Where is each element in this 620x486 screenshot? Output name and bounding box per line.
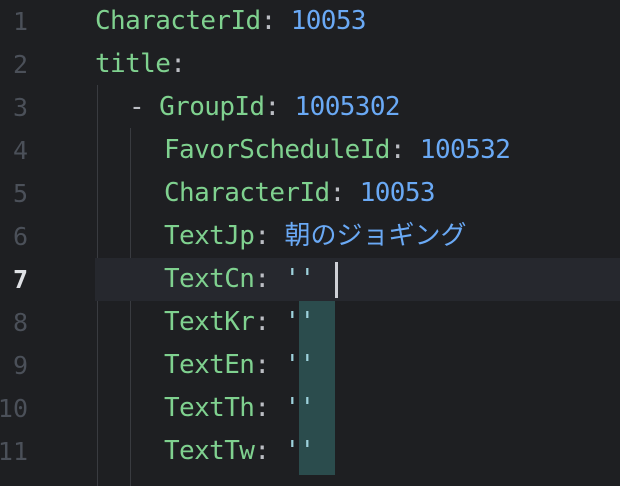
code-line[interactable]: 6 TextJp: 朝のジョギング xyxy=(0,215,620,258)
yaml-separator: : xyxy=(254,264,285,294)
yaml-key: TextJp xyxy=(164,221,255,251)
yaml-value: '' xyxy=(284,307,315,337)
yaml-key: TextKr xyxy=(164,307,255,337)
yaml-value: '' xyxy=(284,264,315,294)
yaml-key: CharacterId xyxy=(95,6,261,36)
yaml-separator: : xyxy=(170,49,186,79)
line-number: 11 xyxy=(0,437,28,466)
code-line[interactable]: 11 TextTw: '' xyxy=(0,430,620,473)
yaml-value: '' xyxy=(284,436,315,466)
code-text: TextEn: '' xyxy=(164,344,315,387)
code-line[interactable]: 3 - GroupId: 1005302 xyxy=(0,86,620,129)
code-line[interactable]: 4 FavorScheduleId: 100532 xyxy=(0,129,620,172)
code-text: CharacterId: 10053 xyxy=(164,172,436,215)
line-number-active: 7 xyxy=(12,265,28,294)
code-text: TextJp: 朝のジョギング xyxy=(164,215,466,258)
code-text: TextTh: '' xyxy=(164,387,315,430)
yaml-key: title xyxy=(95,49,171,79)
line-number: 8 xyxy=(12,308,28,337)
yaml-key: TextTh xyxy=(164,393,255,423)
code-line[interactable]: 10 TextTh: '' xyxy=(0,387,620,430)
code-line[interactable]: 5 CharacterId: 10053 xyxy=(0,172,620,215)
yaml-separator: : xyxy=(254,307,285,337)
yaml-separator: : xyxy=(254,350,285,380)
yaml-value: 朝のジョギング xyxy=(284,221,467,251)
code-text: title: xyxy=(95,43,186,86)
yaml-value: '' xyxy=(284,393,315,423)
yaml-separator: : xyxy=(264,92,295,122)
yaml-key: FavorScheduleId xyxy=(164,135,390,165)
code-text: TextCn: '' xyxy=(164,258,315,301)
line-number: 5 xyxy=(12,179,28,208)
line-number: 4 xyxy=(12,136,28,165)
code-text: FavorScheduleId: 100532 xyxy=(164,129,511,172)
code-line[interactable]: 1 CharacterId: 10053 xyxy=(0,0,620,43)
yaml-value: 10053 xyxy=(359,178,436,208)
yaml-key: TextCn xyxy=(164,264,255,294)
yaml-list-dash: - xyxy=(129,92,160,122)
text-caret xyxy=(335,262,338,298)
code-line[interactable]: 9 TextEn: '' xyxy=(0,344,620,387)
yaml-key: TextTw xyxy=(164,436,255,466)
yaml-separator: : xyxy=(254,436,285,466)
line-number: 2 xyxy=(12,50,28,79)
line-number: 6 xyxy=(12,222,28,251)
yaml-value: 100532 xyxy=(419,135,511,165)
code-text: - GroupId: 1005302 xyxy=(129,86,401,129)
yaml-key: GroupId xyxy=(159,92,265,122)
yaml-value: '' xyxy=(284,350,315,380)
yaml-separator: : xyxy=(389,135,420,165)
code-line[interactable]: 8 TextKr: '' xyxy=(0,301,620,344)
line-number: 9 xyxy=(12,351,28,380)
yaml-separator: : xyxy=(254,221,285,251)
code-text: TextKr: '' xyxy=(164,301,315,344)
yaml-separator: : xyxy=(254,393,285,423)
yaml-separator: : xyxy=(260,6,291,36)
line-number: 1 xyxy=(12,7,28,36)
yaml-value: 1005302 xyxy=(294,92,401,122)
line-number: 3 xyxy=(12,93,28,122)
yaml-key: CharacterId xyxy=(164,178,330,208)
yaml-value: 10053 xyxy=(290,6,367,36)
yaml-separator: : xyxy=(329,178,360,208)
code-line[interactable]: 2 title: xyxy=(0,43,620,86)
code-editor[interactable]: 1 CharacterId: 10053 2 title: 3 - GroupI… xyxy=(0,0,620,486)
code-text: TextTw: '' xyxy=(164,430,315,473)
yaml-key: TextEn xyxy=(164,350,255,380)
code-text: CharacterId: 10053 xyxy=(95,0,367,43)
code-line[interactable]: 7 TextCn: '' xyxy=(0,258,620,301)
line-number: 10 xyxy=(0,394,28,423)
